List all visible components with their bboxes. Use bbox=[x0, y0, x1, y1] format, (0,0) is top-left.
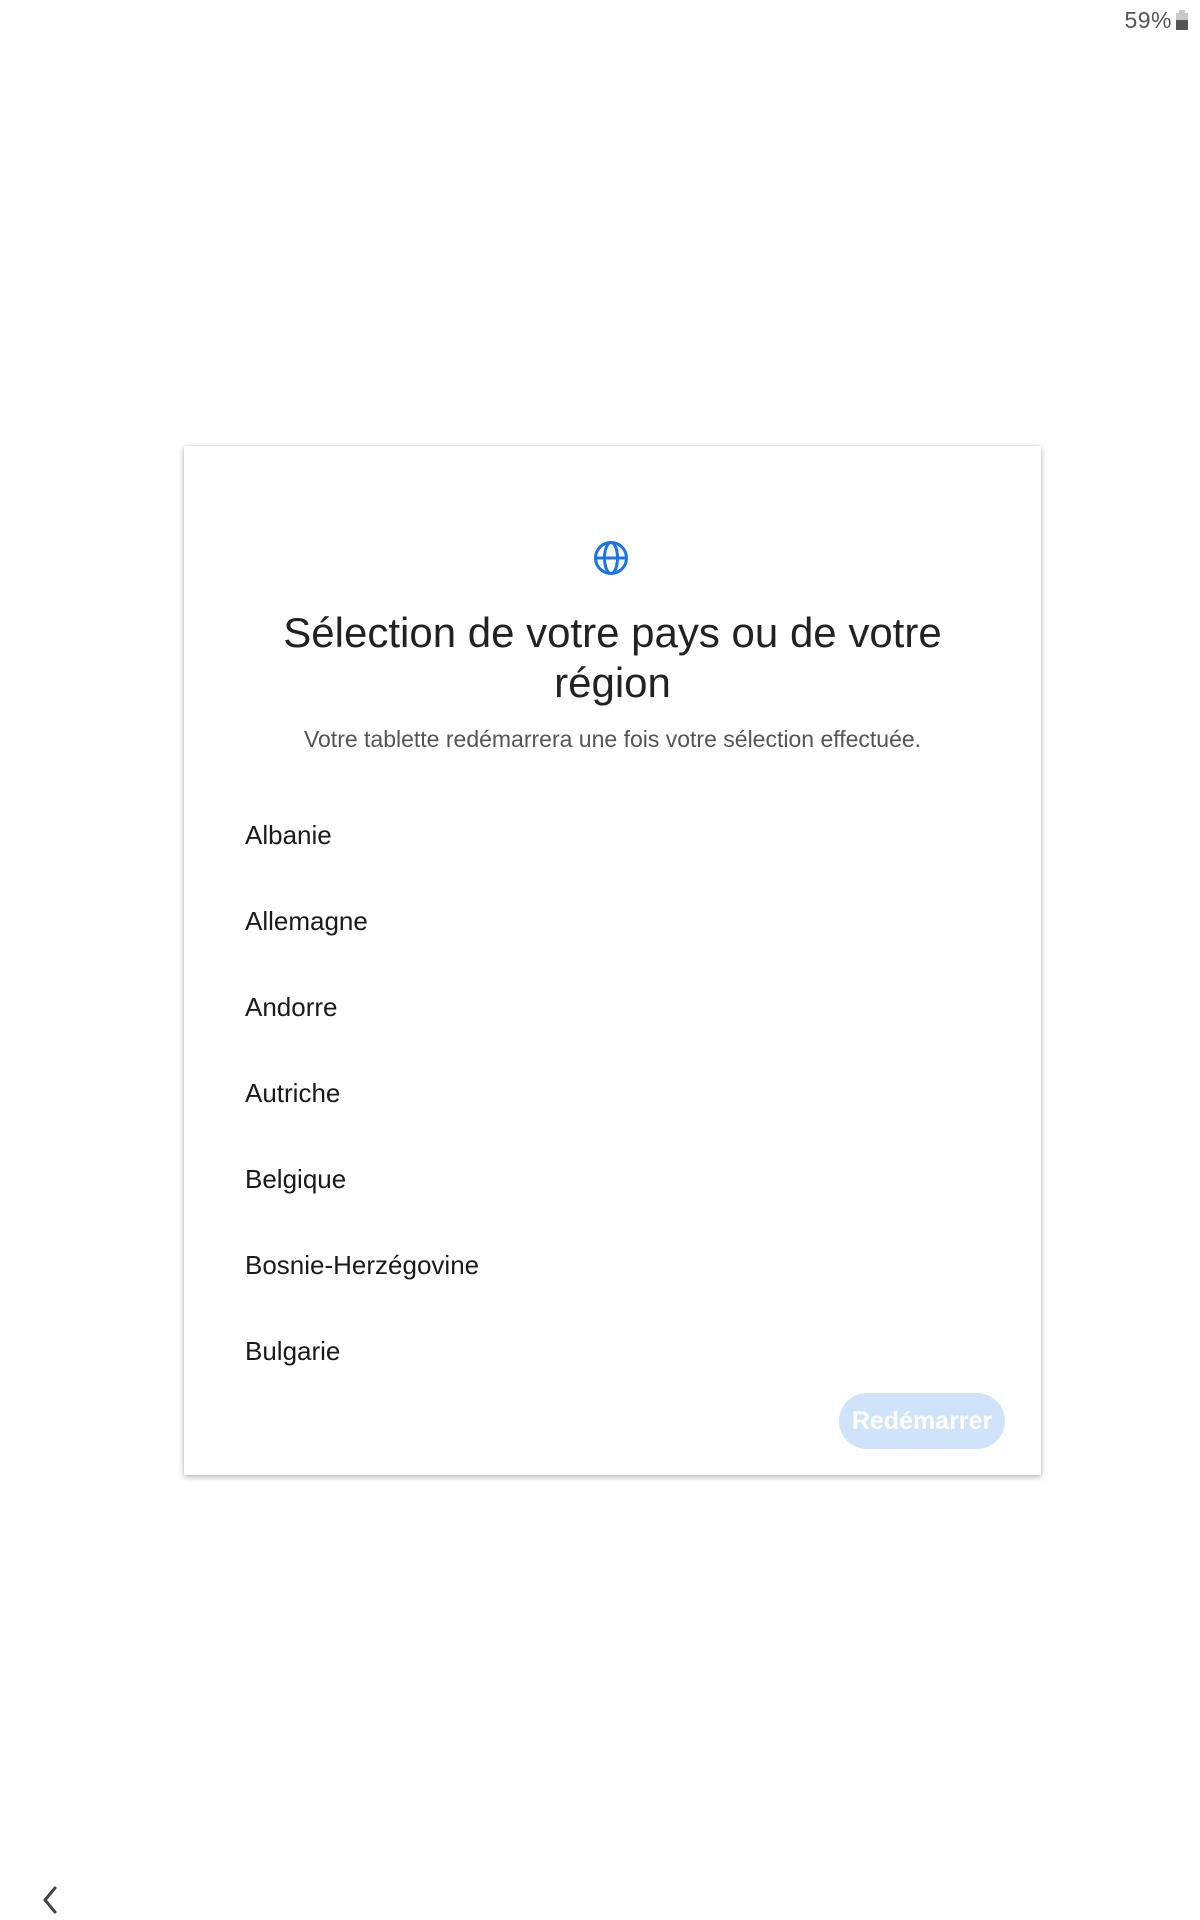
battery-percentage: 59% bbox=[1124, 6, 1172, 33]
dialog-title: Sélection de votre pays ou de votre régi… bbox=[283, 609, 942, 706]
restart-button[interactable]: Redémarrer bbox=[839, 1393, 1005, 1449]
country-item-bosnie-herzegovine[interactable]: Bosnie-Herzégovine bbox=[184, 1222, 1041, 1308]
country-list: Albanie Allemagne Andorre Autriche Belgi… bbox=[184, 792, 1041, 1394]
setup-screen: 59% Sélection de votre pays ou de votre … bbox=[0, 0, 1200, 1920]
globe-icon bbox=[594, 541, 628, 575]
status-bar: 59% bbox=[1124, 0, 1200, 40]
dialog-subtitle: Votre tablette redémarrera une fois votr… bbox=[303, 726, 922, 752]
back-button[interactable] bbox=[30, 1886, 70, 1920]
country-item-autriche[interactable]: Autriche bbox=[184, 1050, 1041, 1136]
country-item-belgique[interactable]: Belgique bbox=[184, 1136, 1041, 1222]
country-item-bulgarie[interactable]: Bulgarie bbox=[184, 1308, 1041, 1394]
country-item-andorre[interactable]: Andorre bbox=[184, 964, 1041, 1050]
chevron-left-icon bbox=[43, 1886, 57, 1914]
region-selection-dialog: Sélection de votre pays ou de votre régi… bbox=[184, 446, 1041, 1475]
country-item-allemagne[interactable]: Allemagne bbox=[184, 878, 1041, 964]
battery-icon bbox=[1176, 10, 1188, 30]
country-item-albanie[interactable]: Albanie bbox=[184, 792, 1041, 878]
